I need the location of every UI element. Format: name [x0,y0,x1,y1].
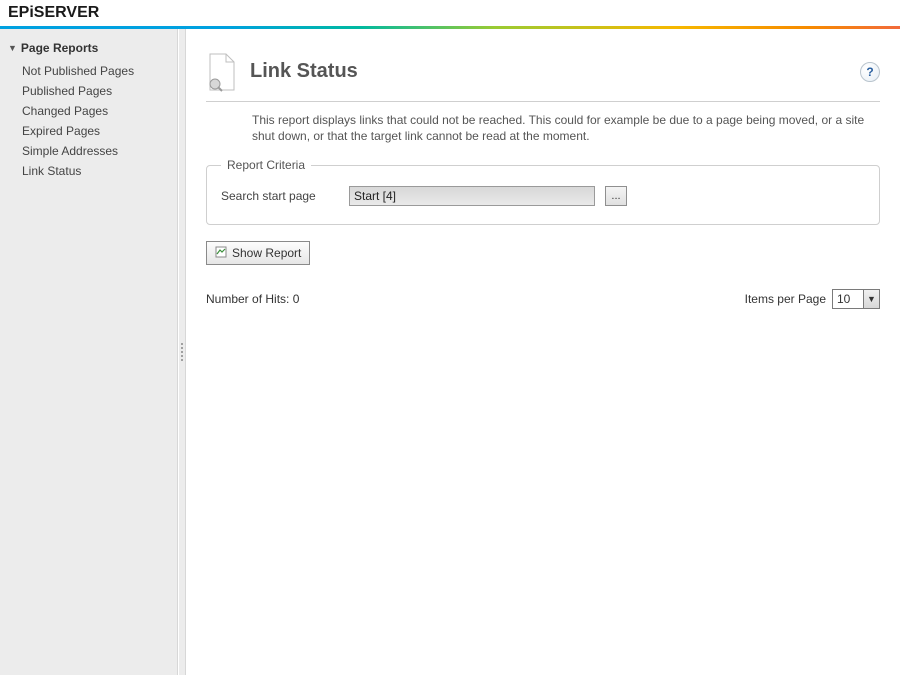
number-of-hits: Number of Hits: 0 [206,292,299,306]
criteria-legend: Report Criteria [221,158,311,172]
logo-text: EPiSERVER [8,4,99,22]
chevron-down-icon: ▼ [863,290,879,308]
hits-label: Number of Hits: [206,292,293,306]
logo: EPiSERVER [8,4,99,22]
hits-value: 0 [293,292,300,306]
sidebar-item-expired[interactable]: Expired Pages [22,121,177,141]
topbar: EPiSERVER [0,0,900,26]
sidebar: ▼ Page Reports Not Published Pages Publi… [0,29,178,675]
sidebar-group-toggle[interactable]: ▼ Page Reports [0,37,177,61]
page-document-icon [206,52,238,92]
show-report-label: Show Report [232,246,301,260]
sidebar-item-changed[interactable]: Changed Pages [22,101,177,121]
sidebar-item-published[interactable]: Published Pages [22,81,177,101]
main-content: Link Status ? This report displays links… [186,29,900,675]
items-per-page-value: 10 [833,292,863,306]
show-report-button[interactable]: Show Report [206,241,310,265]
report-icon [215,246,227,261]
page-description: This report displays links that could no… [206,112,880,158]
splitter-handle[interactable] [178,29,186,675]
page-title: Link Status [250,60,848,83]
criteria-fieldset: Report Criteria Search start page ... [206,158,880,225]
search-start-page-label: Search start page [221,189,339,203]
sidebar-item-link-status[interactable]: Link Status [22,161,177,181]
items-per-page-select[interactable]: 10 ▼ [832,289,880,309]
ellipsis-icon: ... [611,190,620,202]
browse-page-button[interactable]: ... [605,186,627,206]
search-start-page-input[interactable] [349,186,595,206]
help-button[interactable]: ? [860,62,880,82]
sidebar-group-title: Page Reports [21,41,98,55]
grip-icon [181,343,183,361]
help-icon: ? [866,65,873,79]
collapse-icon: ▼ [8,43,17,53]
sidebar-item-not-published[interactable]: Not Published Pages [22,61,177,81]
items-per-page-label: Items per Page [745,292,826,306]
sidebar-item-simple-addresses[interactable]: Simple Addresses [22,141,177,161]
